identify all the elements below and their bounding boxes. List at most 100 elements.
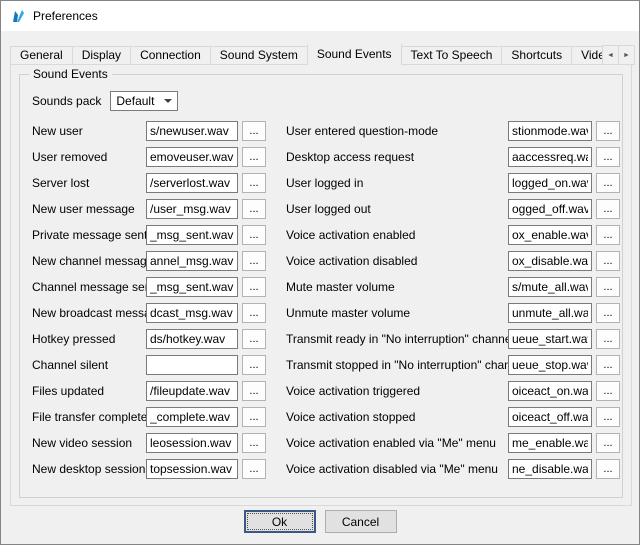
sound-file-input[interactable]	[146, 147, 238, 167]
sound-file-input[interactable]	[508, 433, 592, 453]
right-column: User entered question-mode ... Desktop a…	[286, 118, 620, 482]
tab-sound-events[interactable]: Sound Events	[307, 44, 402, 65]
browse-button[interactable]: ...	[242, 433, 266, 453]
browse-button[interactable]: ...	[242, 251, 266, 271]
browse-button[interactable]: ...	[596, 407, 620, 427]
arrow-left-icon: ◄	[607, 52, 614, 59]
sound-file-input[interactable]	[146, 225, 238, 245]
sound-file-input[interactable]	[146, 121, 238, 141]
browse-button[interactable]: ...	[596, 303, 620, 323]
sound-file-input[interactable]	[146, 303, 238, 323]
sounds-pack-label: Sounds pack	[32, 94, 101, 108]
sound-file-input[interactable]	[146, 251, 238, 271]
tab-shortcuts[interactable]: Shortcuts	[501, 46, 572, 65]
sound-event-label: Private message sent	[32, 228, 146, 242]
sound-event-label: Files updated	[32, 384, 146, 398]
sound-file-input[interactable]	[508, 199, 592, 219]
sound-event-row: Desktop access request ...	[286, 144, 620, 170]
sound-event-label: New desktop session	[32, 462, 146, 476]
sound-event-row: Server lost ...	[32, 170, 286, 196]
sound-file-input[interactable]	[146, 381, 238, 401]
sound-event-label: Mute master volume	[286, 280, 508, 294]
sound-event-row: New user ...	[32, 118, 286, 144]
browse-button[interactable]: ...	[596, 199, 620, 219]
ok-button[interactable]: Ok	[244, 510, 316, 533]
tab-scroll: ◄ ►	[602, 45, 634, 65]
sound-file-input[interactable]	[508, 251, 592, 271]
browse-button[interactable]: ...	[596, 225, 620, 245]
browse-button[interactable]: ...	[596, 251, 620, 271]
tab-bar: General Display Connection Sound System …	[10, 44, 602, 65]
browse-button[interactable]: ...	[242, 329, 266, 349]
browse-button[interactable]: ...	[242, 199, 266, 219]
group-content: Sounds pack Default New user ...	[20, 75, 622, 497]
sound-file-input[interactable]	[508, 459, 592, 479]
tab-scroll-left-button[interactable]: ◄	[602, 45, 619, 65]
sound-file-input[interactable]	[146, 459, 238, 479]
browse-button[interactable]: ...	[596, 329, 620, 349]
sound-event-label: File transfer complete	[32, 410, 146, 424]
browse-button[interactable]: ...	[242, 277, 266, 297]
sound-event-label: Desktop access request	[286, 150, 508, 164]
sound-file-input[interactable]	[508, 329, 592, 349]
sound-file-input[interactable]	[508, 407, 592, 427]
tab-text-to-speech[interactable]: Text To Speech	[401, 46, 503, 65]
sound-event-label: Voice activation disabled via "Me" menu	[286, 462, 508, 476]
sound-file-input[interactable]	[146, 329, 238, 349]
browse-button[interactable]: ...	[596, 433, 620, 453]
tab-display[interactable]: Display	[72, 46, 131, 65]
sound-event-row: Unmute master volume ...	[286, 300, 620, 326]
sound-file-input[interactable]	[146, 277, 238, 297]
sounds-pack-select[interactable]: Default	[110, 91, 178, 111]
tab-sound-system[interactable]: Sound System	[210, 46, 308, 65]
sound-event-row: Voice activation stopped ...	[286, 404, 620, 430]
browse-button[interactable]: ...	[242, 459, 266, 479]
browse-button[interactable]: ...	[596, 459, 620, 479]
browse-button[interactable]: ...	[596, 277, 620, 297]
browse-button[interactable]: ...	[596, 121, 620, 141]
sound-event-row: Voice activation triggered ...	[286, 378, 620, 404]
sound-file-input[interactable]	[146, 355, 238, 375]
browse-button[interactable]: ...	[242, 303, 266, 323]
tab-scroll-right-button[interactable]: ►	[618, 45, 635, 65]
browse-button[interactable]: ...	[596, 173, 620, 193]
sound-file-input[interactable]	[508, 381, 592, 401]
cancel-button[interactable]: Cancel	[325, 510, 397, 533]
chevron-down-icon	[164, 99, 172, 103]
browse-button[interactable]: ...	[242, 121, 266, 141]
sound-file-input[interactable]	[508, 277, 592, 297]
sound-event-label: User logged in	[286, 176, 508, 190]
sound-event-label: Channel silent	[32, 358, 146, 372]
tab-connection[interactable]: Connection	[130, 46, 211, 65]
browse-button[interactable]: ...	[242, 381, 266, 401]
sound-file-input[interactable]	[146, 433, 238, 453]
browse-button[interactable]: ...	[596, 381, 620, 401]
sound-file-input[interactable]	[508, 173, 592, 193]
sound-event-row: Transmit ready in "No interruption" chan…	[286, 326, 620, 352]
browse-button[interactable]: ...	[242, 147, 266, 167]
tab-general[interactable]: General	[10, 46, 73, 65]
sound-file-input[interactable]	[508, 225, 592, 245]
sound-file-input[interactable]	[508, 147, 592, 167]
preferences-window: Preferences General Display Connection S…	[0, 0, 640, 545]
browse-button[interactable]: ...	[596, 355, 620, 375]
sound-file-input[interactable]	[146, 173, 238, 193]
sound-file-input[interactable]	[146, 407, 238, 427]
browse-button[interactable]: ...	[242, 355, 266, 375]
sound-event-columns: New user ... User removed ...	[32, 118, 618, 482]
sound-file-input[interactable]	[508, 121, 592, 141]
sound-file-input[interactable]	[508, 355, 592, 375]
titlebar: Preferences	[1, 1, 639, 31]
sound-file-input[interactable]	[508, 303, 592, 323]
browse-button[interactable]: ...	[242, 225, 266, 245]
sound-event-label: Voice activation enabled via "Me" menu	[286, 436, 508, 450]
browse-button[interactable]: ...	[242, 407, 266, 427]
sound-event-row: Voice activation disabled ...	[286, 248, 620, 274]
left-column: New user ... User removed ...	[32, 118, 286, 482]
browse-button[interactable]: ...	[596, 147, 620, 167]
sound-event-label: Transmit ready in "No interruption" chan…	[286, 332, 508, 346]
browse-button[interactable]: ...	[242, 173, 266, 193]
sound-file-input[interactable]	[146, 199, 238, 219]
tab-video[interactable]: Video	[571, 46, 602, 65]
sound-event-row: New user message ...	[32, 196, 286, 222]
